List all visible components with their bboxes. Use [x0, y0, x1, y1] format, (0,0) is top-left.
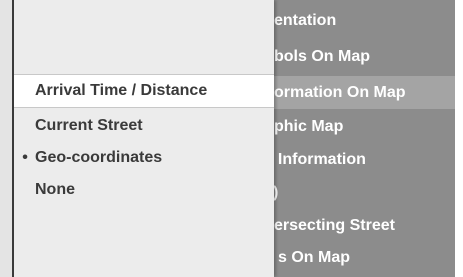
option-label: Geo-coordinates: [35, 149, 163, 166]
bg-menu-item-label: s On Map: [278, 249, 351, 266]
background-map-display-menu: entation bols On Map ormation On Map phi…: [260, 0, 456, 277]
selected-bullet-icon: •: [22, 149, 28, 166]
bg-menu-item-information-on-map[interactable]: ormation On Map: [260, 76, 456, 109]
option-current-street[interactable]: Current Street: [14, 110, 274, 142]
option-none[interactable]: None: [14, 174, 274, 206]
option-geo-coordinates[interactable]: • Geo-coordinates: [14, 142, 274, 174]
bg-menu-item-information[interactable]: / Information: [260, 143, 456, 176]
bg-menu-item-on-map[interactable]: s On Map: [260, 241, 456, 274]
bg-menu-item-label: entation: [274, 12, 337, 29]
screen-frame-right: [455, 0, 463, 277]
bg-menu-item-label: ersecting Street: [274, 217, 395, 234]
bg-menu-item-symbols-on-map[interactable]: bols On Map: [260, 40, 456, 73]
bg-menu-item-label: bols On Map: [274, 48, 370, 65]
option-label: Current Street: [35, 117, 143, 134]
option-label: Arrival Time / Distance: [35, 82, 208, 99]
option-arrival-time-distance[interactable]: Arrival Time / Distance: [14, 74, 274, 108]
popup-options-menu: Arrival Time / Distance Current Street •…: [14, 0, 274, 277]
bg-menu-item-topographic-map[interactable]: phic Map: [260, 110, 456, 143]
option-label: None: [35, 181, 75, 198]
screen: entation bols On Map ormation On Map phi…: [0, 0, 463, 277]
bg-menu-item-hidden[interactable]: ): [260, 176, 456, 209]
bg-menu-item-label: ormation On Map: [274, 84, 406, 101]
bg-menu-item-intersecting-street[interactable]: ersecting Street: [260, 209, 456, 242]
bg-menu-item-orientation[interactable]: entation: [260, 4, 456, 37]
bg-menu-item-label: phic Map: [274, 118, 344, 135]
bg-menu-item-label: / Information: [269, 151, 366, 168]
screen-frame-left: [0, 0, 12, 277]
